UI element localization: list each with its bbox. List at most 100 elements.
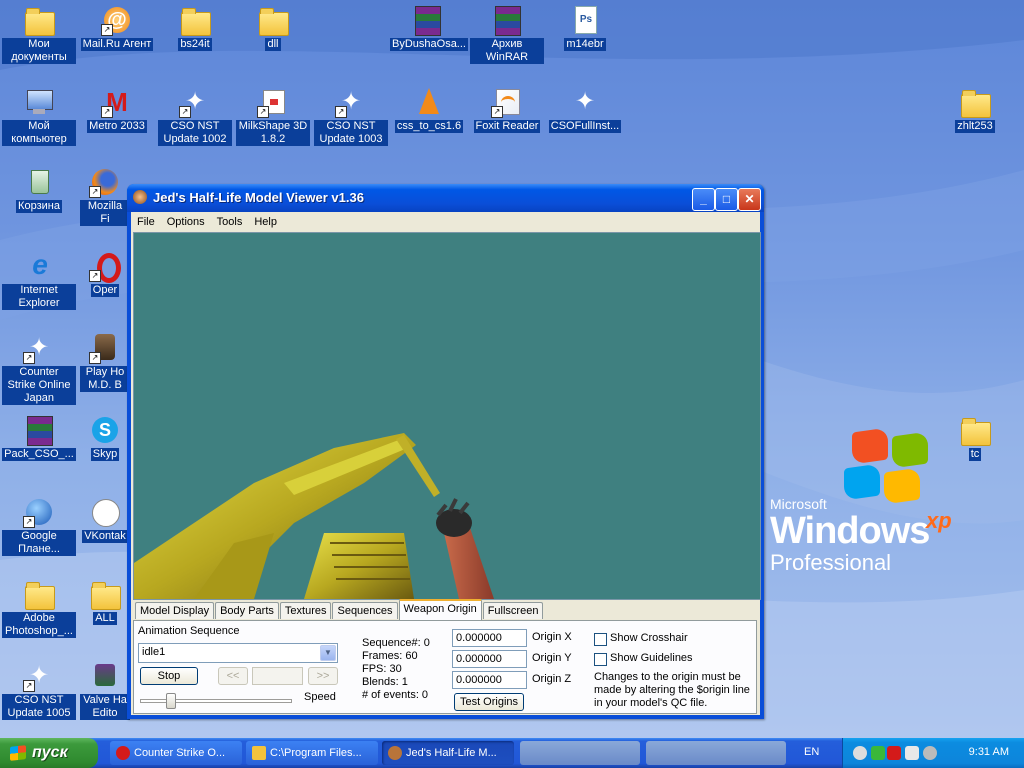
volume-icon[interactable] [905,746,919,760]
desktop-icon-metro-2033[interactable]: M ↗ Metro 2033 [80,86,154,133]
desktop-icon-play-house-md[interactable]: ↗ Play Ho M.D. B [80,332,130,392]
milkshape-icon: ↗ [257,86,289,118]
desktop-icon-mailru-agent[interactable]: @ ↗ Mail.Ru Агент [80,4,154,51]
desktop-icon-internet-explorer[interactable]: e Internet Explorer [2,250,76,310]
desktop-icon-recycle-bin[interactable]: Корзина [2,166,76,213]
stop-button[interactable]: Stop [140,667,198,685]
maximize-button[interactable]: □ [715,188,738,211]
model-viewer-window: Jed's Half-Life Model Viewer v1.36 _ □ ✕… [127,184,764,719]
flag-yellow-icon [884,467,920,505]
desktop-icon-google-earth[interactable]: ↗ Google Плане... [2,496,76,556]
app-icon[interactable] [133,190,147,204]
desktop-icon-label: CSO NST Update 1002 [158,120,232,146]
window-titlebar[interactable]: Jed's Half-Life Model Viewer v1.36 _ □ ✕ [127,184,764,212]
speed-slider-thumb[interactable] [166,693,176,709]
mailru-icon: @ ↗ [101,4,133,36]
minimize-button[interactable]: _ [692,188,715,211]
desktop-icon-label: css_to_cs1.6 [394,120,464,133]
desktop-icon-valve-hammer[interactable]: Valve Ha Edito [80,660,130,720]
desktop-icon-dll[interactable]: dll [236,4,310,51]
desktop-icon-label: zhlt253 [955,120,995,133]
speed-slider-track[interactable] [140,699,292,703]
tab-weapon-origin[interactable]: Weapon Origin [398,599,482,620]
blends-text: Blends: 1 [362,676,408,688]
tab-textures[interactable]: Textures [279,602,332,619]
tab-model-display[interactable]: Model Display [135,602,215,619]
desktop-icon-all[interactable]: ALL [80,578,130,625]
wallpaper-xp-text: xp [926,508,952,533]
desktop-icon-bs24it[interactable]: bs24it [158,4,232,51]
foxit-icon: ↗ [491,86,523,118]
desktop-icon-vkontakte[interactable]: VKontak [80,496,130,543]
frame-field[interactable] [252,667,303,685]
menu-tools[interactable]: Tools [211,216,249,228]
desktop-icon-label: Metro 2033 [87,120,147,133]
desktop-icon-m14ebr[interactable]: Ps m14ebr [548,4,622,51]
origin-z-input[interactable]: 0.000000 [452,671,527,689]
desktop-icon-pack-cso[interactable]: Pack_CSO_... [2,414,76,461]
desktop-icon-csofullinst[interactable]: ✦ CSOFullInst... [548,86,622,133]
show-crosshair-checkbox[interactable] [594,633,607,646]
desktop-icon-css-to-cs16[interactable]: css_to_cs1.6 [392,86,466,133]
menu-options[interactable]: Options [161,216,211,228]
task-jeds-model-viewer[interactable]: Jed's Half-Life M... [382,741,514,765]
desktop-icon-foxit-reader[interactable]: ↗ Foxit Reader [470,86,544,133]
desktop-icon-bydushaosa[interactable]: ByDushaOsa... [390,4,468,51]
desktop-icon-winrar-archive[interactable]: Архив WinRAR [470,4,544,64]
task-counter-strike[interactable]: Counter Strike O... [110,741,242,765]
task-program-files[interactable]: C:\Program Files... [246,741,378,765]
chevron-down-icon[interactable]: ▼ [320,645,336,661]
menu-file[interactable]: File [131,216,161,228]
desktop-icon-label: VKontak [82,530,128,543]
task-blurred-2[interactable] [646,741,786,765]
desktop-icon-cs-online-japan[interactable]: ✦ ↗ Counter Strike Online Japan [2,332,76,405]
desktop-icon-zhlt253[interactable]: zhlt253 [938,86,1012,133]
task-blurred-1[interactable] [520,741,640,765]
weapon-model-render [134,433,494,599]
clock[interactable]: 9:31 AM [969,746,1009,758]
tab-sequences[interactable]: Sequences [332,602,398,619]
windows-flag-icon [10,745,26,761]
start-button[interactable]: пуск [0,738,98,768]
language-indicator[interactable]: EN [804,746,819,758]
desktop-icon-cso-nst-1002[interactable]: ✦ ↗ CSO NST Update 1002 [158,86,232,146]
origin-y-input[interactable]: 0.000000 [452,650,527,668]
window-client: File Options Tools Help Model Display Bo… [131,212,761,715]
menu-help[interactable]: Help [248,216,283,228]
desktop-icon-milkshape[interactable]: ↗ MilkShape 3D 1.8.2 [236,86,310,146]
desktop-icon-mozilla-firefox[interactable]: ↗ Mozilla Fi [80,166,130,226]
tab-fullscreen[interactable]: Fullscreen [482,602,544,619]
network-icon[interactable] [853,746,867,760]
test-origins-button[interactable]: Test Origins [454,693,524,711]
tab-body-parts[interactable]: Body Parts [215,602,279,619]
desktop-icon-opera[interactable]: ↗ Oper [80,250,130,297]
desktop-icon-cso-nst-1005[interactable]: ✦ ↗ CSO NST Update 1005 [2,660,76,720]
origin-x-input[interactable]: 0.000000 [452,629,527,647]
desktop-icon-my-computer[interactable]: Мой компьютер [2,86,76,146]
model-viewport[interactable] [133,232,761,600]
skype-icon: S [89,414,121,446]
close-button[interactable]: ✕ [738,188,761,211]
show-guidelines-checkbox[interactable] [594,653,607,666]
animation-sequence-value: idle1 [142,646,166,658]
desktop-icon-my-documents[interactable]: Мои документы [2,4,76,64]
folder-icon [257,4,289,36]
animation-sequence-select[interactable]: idle1 ▼ [138,643,338,663]
desktop-icon-label: MilkShape 3D 1.8.2 [236,120,310,146]
desktop-icon-cso-nst-1003[interactable]: ✦ ↗ CSO NST Update 1003 [314,86,388,146]
prev-frame-button[interactable]: << [218,667,248,685]
desktop-icon-label: bs24it [178,38,212,51]
folder-icon [89,578,121,610]
desktop-icon-adobe-photoshop[interactable]: Adobe Photoshop_... [2,578,76,638]
desktop-icon-skype[interactable]: S Skyp [80,414,130,461]
folder-icon [179,4,211,36]
settings-icon[interactable] [923,746,937,760]
internet-explorer-icon: e [32,249,48,280]
ati-icon[interactable] [887,746,901,760]
windows-xp-logo: Microsoft Windows xp Professional [770,427,1020,580]
desktop-icon-label: Skyp [90,448,120,461]
folder-icon [959,86,991,118]
shield-icon[interactable] [871,746,885,760]
soldier-icon: ✦ ↗ [23,660,55,692]
next-frame-button[interactable]: >> [308,667,338,685]
